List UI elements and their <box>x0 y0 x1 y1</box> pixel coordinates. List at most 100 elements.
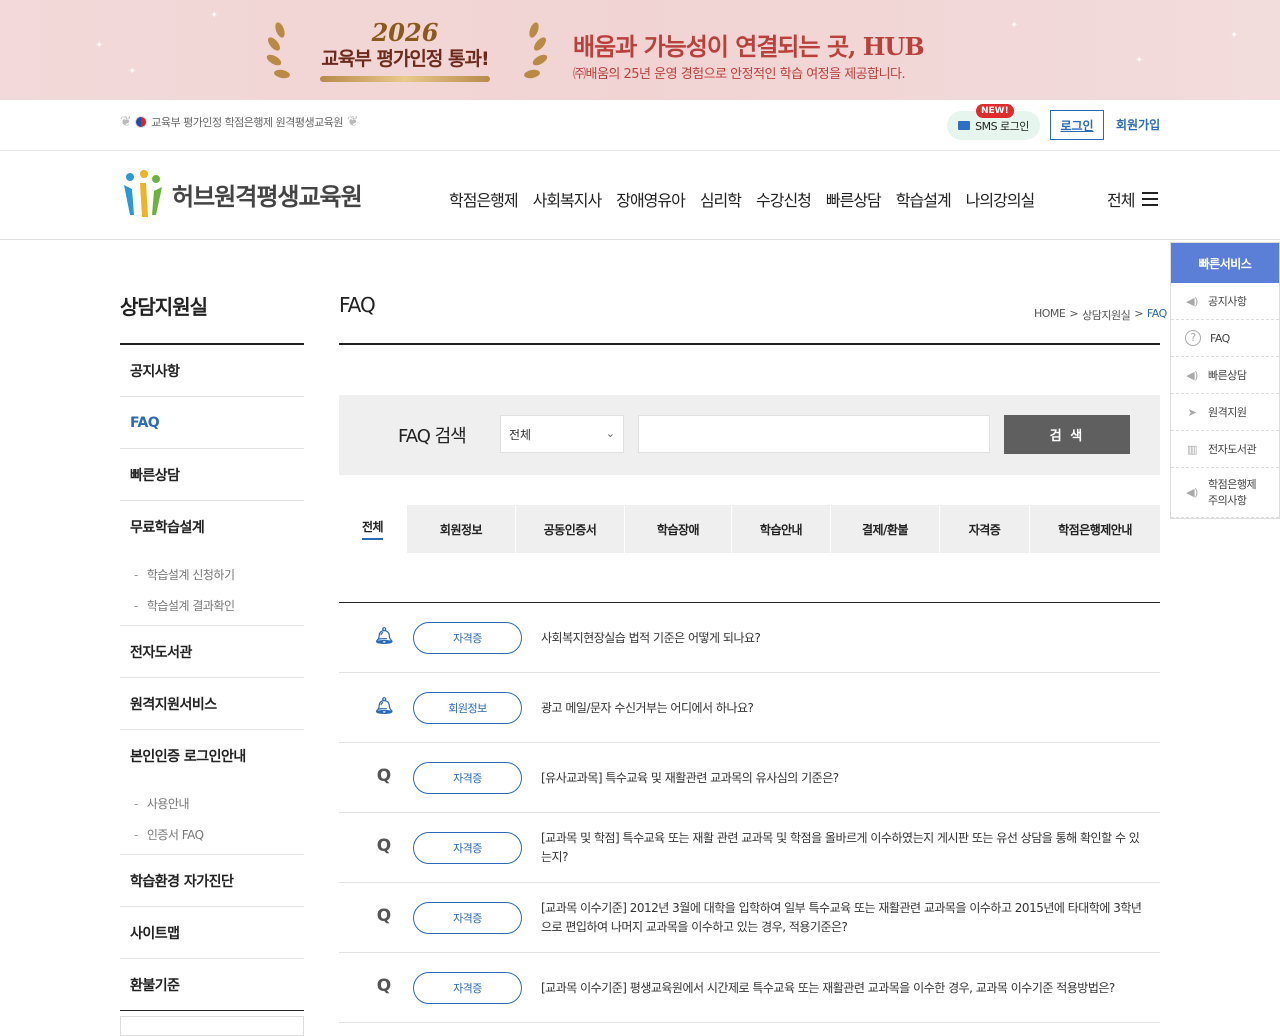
tab-credit-bank[interactable]: 학점은행제안내 <box>1030 505 1160 553</box>
tab-learning-issue[interactable]: 학습장애 <box>625 505 732 553</box>
quick-item-label: 빠른상담 <box>1208 369 1247 382</box>
sidebar-item-library[interactable]: 전자도서관 <box>120 626 304 678</box>
nav-item[interactable]: 수강신청 <box>756 187 812 211</box>
faq-category-badge: 자격증 <box>413 762 522 794</box>
quick-item-label: FAQ <box>1210 331 1230 345</box>
search-input[interactable] <box>638 415 990 453</box>
search-category-select[interactable]: 전체 ⌄ <box>500 415 624 453</box>
faq-category-badge: 회원정보 <box>413 692 522 724</box>
nav-item[interactable]: 나의강의실 <box>966 187 1036 211</box>
breadcrumb-section[interactable]: 상담지원실 <box>1082 307 1131 323</box>
sidebar-item-notice[interactable]: 공지사항 <box>120 345 304 397</box>
sidebar-subitem[interactable]: 학습설계 신청하기 <box>134 559 304 590</box>
tab-label: 학습안내 <box>759 522 803 537</box>
breadcrumb-separator: > <box>1134 307 1143 320</box>
faq-row[interactable]: 🔔︎ 회원정보 광고 메일/문자 수신거부는 어디에서 하나요? <box>339 673 1160 743</box>
nav-item[interactable]: 사회복지사 <box>533 187 603 211</box>
chevron-down-icon: ⌄ <box>605 427 615 440</box>
site-logo[interactable]: 허브원격평생교육원 <box>120 169 363 219</box>
faq-row[interactable]: Q 자격증 [교과목 이수기준] 2012년 3월에 대학을 입학하여 일부 특… <box>339 883 1160 953</box>
tab-label: 학점은행제안내 <box>1058 522 1132 537</box>
nav-item[interactable]: 학습설계 <box>896 187 952 211</box>
speaker-icon: ◀) <box>1186 294 1198 308</box>
banner-subtext: ㈜배움의 25년 운영 경험으로 안정적인 학습 여정을 제공합니다. <box>573 67 906 82</box>
tab-all[interactable]: 전체 <box>339 505 407 553</box>
sidebar-item-remote-support[interactable]: 원격지원서비스 <box>120 678 304 730</box>
search-button[interactable]: 검 색 <box>1004 415 1130 454</box>
faq-category-badge: 자격증 <box>413 972 522 1004</box>
quick-item-caution[interactable]: ◀) 학점은행제 주의사항 <box>1171 468 1279 518</box>
main-navigation: 학점은행제 사회복지사 장애영유아 심리학 수강신청 빠른상담 학습설계 나의강… <box>449 187 1049 211</box>
sidebar-item-consult[interactable]: 빠른상담 <box>120 449 304 501</box>
faq-question[interactable]: 광고 메일/문자 수신거부는 어디에서 하나요? <box>541 673 1146 743</box>
nav-item[interactable]: 심리학 <box>700 187 742 211</box>
faq-row[interactable]: 🔔︎ 자격증 사회복지현장실습 법적 기준은 어떻게 되나요? <box>339 603 1160 673</box>
sidebar-item-self-check[interactable]: 학습환경 자가진단 <box>120 855 304 907</box>
nav-item[interactable]: 학점은행제 <box>449 187 519 211</box>
faq-question[interactable]: [교과목 이수기준] 평생교육원에서 시간제로 특수교육 또는 재활관련 교과목… <box>541 953 1146 1023</box>
book-icon: ▥ <box>1187 442 1197 456</box>
faq-q-mark: Q <box>376 766 392 786</box>
tab-member[interactable]: 회원정보 <box>407 505 516 553</box>
faq-question[interactable]: 사회복지현장실습 법적 기준은 어떻게 되나요? <box>541 603 1146 673</box>
laurel-left-icon: ❦ <box>120 114 132 130</box>
page-title: FAQ <box>339 293 376 317</box>
quick-item-library[interactable]: ▥ 전자도서관 <box>1171 431 1279 468</box>
sidebar-item-faq[interactable]: FAQ <box>120 397 304 449</box>
quick-item-remote[interactable]: ➤ 원격지원 <box>1171 394 1279 431</box>
sms-login-label: SMS 로그인 <box>975 119 1029 133</box>
breadcrumb: HOME > 상담지원실 > FAQ <box>1034 307 1167 323</box>
login-button[interactable]: 로그인 <box>1050 110 1104 140</box>
breadcrumb-current: FAQ <box>1146 307 1167 320</box>
quick-item-label: 전자도서관 <box>1208 443 1257 456</box>
logo-text: 허브원격평생교육원 <box>172 182 363 211</box>
nav-item[interactable]: 장애영유아 <box>616 187 686 211</box>
sidebar-item-learning-design[interactable]: 무료학습설계 <box>120 501 304 553</box>
sidebar-submenu: 학습설계 신청하기 학습설계 결과확인 <box>120 553 304 626</box>
sidebar-banner[interactable] <box>120 1016 304 1036</box>
top-banner[interactable]: ✦ ✦ ✦ ✦ ✦ ✦ 2026 교육부 평가인정 통과! 배움과 가능성이 연… <box>0 0 1280 100</box>
faq-list: 🔔︎ 자격증 사회복지현장실습 법적 기준은 어떻게 되나요? 🔔︎ 회원정보 … <box>339 603 1160 1023</box>
tab-label: 공동인증서 <box>543 522 597 537</box>
sidebar-item-refund[interactable]: 환불기준 <box>120 959 304 1011</box>
sidebar-item-sitemap[interactable]: 사이트맵 <box>120 907 304 959</box>
tab-payment-refund[interactable]: 결제/환불 <box>831 505 940 553</box>
quick-service-title: 빠른서비스 <box>1171 243 1279 283</box>
banner-ribbon <box>320 76 490 82</box>
faq-question[interactable]: [교과목 이수기준] 2012년 3월에 대학을 입학하여 일부 특수교육 또는… <box>541 883 1146 953</box>
join-link[interactable]: 회원가입 <box>1116 116 1160 133</box>
korea-flag-icon <box>135 116 148 128</box>
quick-item-faq[interactable]: ? FAQ <box>1171 320 1279 357</box>
quick-item-consult[interactable]: ◀) 빠른상담 <box>1171 357 1279 394</box>
faq-row[interactable]: Q 자격증 [교과목 및 학점] 특수교육 또는 재활 관련 교과목 및 학점을… <box>339 813 1160 883</box>
nav-item[interactable]: 빠른상담 <box>826 187 882 211</box>
tab-qualification[interactable]: 자격증 <box>940 505 1030 553</box>
banner-badge: 교육부 평가인정 통과! <box>321 48 489 70</box>
faq-question[interactable]: [유사교과목] 특수교육 및 재활관련 교과목의 유사심의 기준은? <box>541 743 1146 813</box>
quick-item-notice[interactable]: ◀) 공지사항 <box>1171 283 1279 320</box>
search-label: FAQ 검색 <box>398 426 467 447</box>
laurel-right-icon: ❦ <box>347 114 359 130</box>
quick-item-label: 원격지원 <box>1208 406 1247 419</box>
sidebar-item-auth-login[interactable]: 본인인증 로그인안내 <box>120 730 304 782</box>
tab-learning-guide[interactable]: 학습안내 <box>732 505 831 553</box>
sidebar-nav: 공지사항 FAQ 빠른상담 무료학습설계 학습설계 신청하기 학습설계 결과확인… <box>120 343 304 1011</box>
sidebar-subitem[interactable]: 인증서 FAQ <box>134 819 304 850</box>
speaker-icon: ◀) <box>1186 485 1198 499</box>
faq-question[interactable]: [교과목 및 학점] 특수교육 또는 재활 관련 교과목 및 학점을 올바르게 … <box>541 813 1146 883</box>
breadcrumb-home[interactable]: HOME <box>1034 307 1066 323</box>
sparkle-icon: ✦ <box>1135 55 1144 66</box>
faq-row[interactable]: Q 자격증 [교과목 이수기준] 평생교육원에서 시간제로 특수교육 또는 재활… <box>339 953 1160 1023</box>
hamburger-icon <box>1142 192 1159 206</box>
title-divider <box>339 343 1160 345</box>
sidebar-submenu: 사용안내 인증서 FAQ <box>120 782 304 855</box>
bell-icon: 🔔︎ <box>374 626 395 645</box>
envelope-icon <box>958 121 971 130</box>
faq-row[interactable]: Q 자격증 [유사교과목] 특수교육 및 재활관련 교과목의 유사심의 기준은? <box>339 743 1160 813</box>
sidebar-subitem[interactable]: 학습설계 결과확인 <box>134 590 304 621</box>
certification-text: 교육부 평가인정 학점은행제 원격평생교육원 <box>151 116 344 129</box>
all-menu-button[interactable]: 전체 <box>1107 187 1159 211</box>
sidebar-subitem[interactable]: 사용안내 <box>134 788 304 819</box>
faq-q-mark: Q <box>376 836 392 856</box>
tab-certificate[interactable]: 공동인증서 <box>516 505 625 553</box>
